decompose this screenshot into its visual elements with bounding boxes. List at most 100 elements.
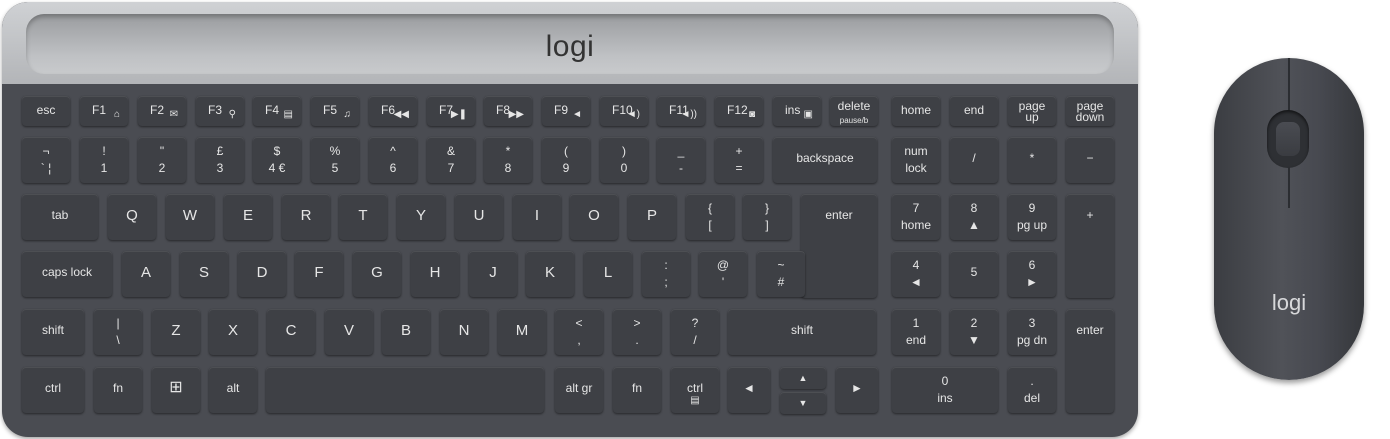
key--[interactable]: " 2 [138, 137, 186, 183]
key-d[interactable]: D [238, 251, 286, 297]
key-f[interactable]: F [295, 251, 343, 297]
key--[interactable]: − [1066, 137, 1114, 183]
key--[interactable]: >. [613, 309, 661, 355]
key-esc[interactable]: esc [22, 96, 70, 126]
key-w[interactable]: W [166, 194, 214, 240]
key--[interactable]: ? / [671, 309, 719, 355]
key-2[interactable]: 2 ▼ [950, 309, 998, 355]
key-f6[interactable]: F6 ◀◀ [369, 96, 417, 126]
key-caps-lock[interactable]: caps lock [22, 251, 112, 297]
key-shift[interactable]: shift [728, 309, 876, 355]
scroll-wheel-grip[interactable] [1276, 122, 1300, 156]
key--[interactable]: _ - [657, 137, 705, 183]
key-f1[interactable]: F1 ⌂ [80, 96, 128, 126]
key-alt[interactable]: alt [209, 367, 257, 413]
key-o[interactable]: O [570, 194, 618, 240]
key--[interactable]: @ ' [699, 251, 747, 297]
key--[interactable]: :; [642, 251, 690, 297]
key-v[interactable]: V [325, 309, 373, 355]
key-q[interactable]: Q [108, 194, 156, 240]
key-ctrl[interactable]: ctrl ▤ [671, 367, 719, 413]
key-l[interactable]: L [584, 251, 632, 297]
key-c[interactable]: C [267, 309, 315, 355]
key-f8[interactable]: F8 ▶▶ [484, 96, 532, 126]
key--[interactable]: | \ [94, 309, 142, 355]
key--[interactable]: . del [1008, 367, 1056, 413]
key--[interactable]: / [950, 137, 998, 183]
spacebar-key[interactable] [266, 367, 544, 413]
key-p[interactable]: P [628, 194, 676, 240]
key-num[interactable]: num lock [892, 137, 940, 183]
key-f12[interactable]: F12 ◙ [715, 96, 763, 126]
key-i[interactable]: I [513, 194, 561, 240]
key--[interactable]: + [1066, 194, 1114, 298]
key-enter[interactable]: enter [801, 194, 877, 298]
key-f7[interactable]: F7 ▶❚ [427, 96, 475, 126]
key-5[interactable]: 5 [950, 251, 998, 297]
key--[interactable]: ⊞ [152, 367, 200, 413]
key-f10[interactable]: F10 ◄) [600, 96, 648, 126]
key-k[interactable]: K [526, 251, 574, 297]
key--[interactable]: <, [555, 309, 603, 355]
key--[interactable]: * [1008, 137, 1056, 183]
key--[interactable]: £3 [196, 137, 244, 183]
key--[interactable]: + = [715, 137, 763, 183]
key-shift[interactable]: shift [22, 309, 84, 355]
key-n[interactable]: N [440, 309, 488, 355]
key-t[interactable]: T [339, 194, 387, 240]
key--[interactable]: ▲ [780, 367, 826, 389]
key-f11[interactable]: F11 ◄)) [657, 96, 705, 126]
key-m[interactable]: M [498, 309, 546, 355]
key--[interactable]: & 7 [427, 137, 475, 183]
key-s[interactable]: S [180, 251, 228, 297]
key--[interactable]: ▼ [780, 392, 826, 414]
key-delete[interactable]: delete pause/b [830, 96, 878, 126]
key--[interactable]: % 5 [311, 137, 359, 183]
key-f9[interactable]: F9 ◄ [542, 96, 590, 126]
key--[interactable]: ! 1 [80, 137, 128, 183]
key-7[interactable]: 7 home [892, 194, 940, 240]
scroll-wheel[interactable] [1267, 110, 1309, 168]
key--[interactable]: }] [743, 194, 791, 240]
key-f5[interactable]: F5 ♫ [311, 96, 359, 126]
key--[interactable]: ¬ ` ¦ [22, 137, 70, 183]
key-1[interactable]: 1 end [892, 309, 940, 355]
key-z[interactable]: Z [152, 309, 200, 355]
key-fn[interactable]: fn [94, 367, 142, 413]
key-enter[interactable]: enter [1066, 309, 1114, 413]
key-x[interactable]: X [209, 309, 257, 355]
key--[interactable]: ~ # [757, 251, 805, 297]
mouse[interactable]: logi [1214, 58, 1364, 380]
key-ins[interactable]: ins ▣ [773, 96, 821, 126]
key-0[interactable]: 0 ins [892, 367, 998, 413]
key-home[interactable]: home [892, 96, 940, 126]
key-f3[interactable]: F3 ⚲ [196, 96, 244, 126]
key-e[interactable]: E [224, 194, 272, 240]
key--[interactable]: ◄ [728, 367, 770, 413]
key-6[interactable]: 6 ► [1008, 251, 1056, 297]
key-page[interactable]: page down [1066, 96, 1114, 126]
key-3[interactable]: 3 pg dn [1008, 309, 1056, 355]
key-4[interactable]: 4 ◄ [892, 251, 940, 297]
key-g[interactable]: G [353, 251, 401, 297]
key-end[interactable]: end [950, 96, 998, 126]
key-alt-gr[interactable]: alt gr [555, 367, 603, 413]
key-page[interactable]: page up [1008, 96, 1056, 126]
key-u[interactable]: U [455, 194, 503, 240]
key-r[interactable]: R [282, 194, 330, 240]
key-f2[interactable]: F2 ✉ [138, 96, 186, 126]
key--[interactable]: ^ 6 [369, 137, 417, 183]
key-j[interactable]: J [469, 251, 517, 297]
key-9[interactable]: 9 pg up [1008, 194, 1056, 240]
key-tab[interactable]: tab [22, 194, 98, 240]
key-y[interactable]: Y [397, 194, 445, 240]
key-backspace[interactable]: backspace [773, 137, 877, 183]
key-a[interactable]: A [122, 251, 170, 297]
key-f4[interactable]: F4 ▤ [253, 96, 301, 126]
key--[interactable]: {[ [686, 194, 734, 240]
key--[interactable]: ) 0 [600, 137, 648, 183]
key-fn[interactable]: fn [613, 367, 661, 413]
key-h[interactable]: H [411, 251, 459, 297]
key-ctrl[interactable]: ctrl [22, 367, 84, 413]
key-8[interactable]: 8 ▲ [950, 194, 998, 240]
